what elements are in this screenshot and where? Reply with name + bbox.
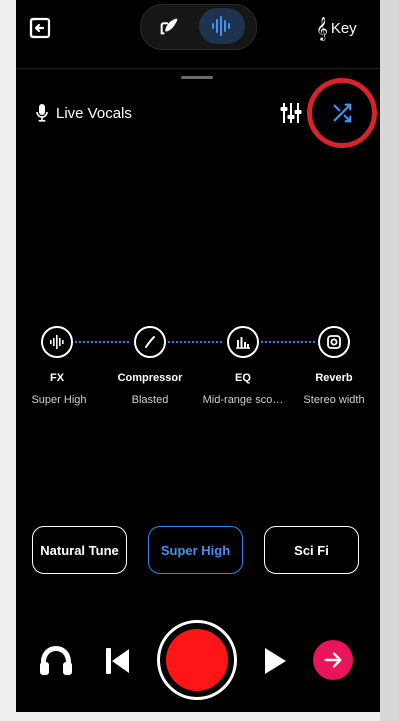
eq-value: Mid-range sco…	[202, 394, 284, 406]
play-icon[interactable]	[261, 646, 289, 676]
waveform-icon	[50, 335, 64, 349]
preset-super-high[interactable]: Super High	[148, 526, 243, 574]
key-button[interactable]: 𝄞 Key	[316, 14, 357, 42]
track-label-row: Live Vocals	[36, 100, 132, 126]
treble-clef-icon: 𝄞	[316, 16, 328, 40]
fx-name: FX	[49, 372, 65, 384]
record-button[interactable]	[157, 620, 237, 700]
headphones-icon[interactable]	[38, 642, 74, 678]
mixer-icon[interactable]	[278, 100, 304, 126]
fx-value: Super High	[31, 394, 87, 406]
arrow-right-icon	[324, 652, 342, 668]
reverb-name: Reverb	[315, 372, 353, 384]
highlight-ring	[307, 78, 377, 148]
vocal-effects-screen: 𝄞 Key Live Vocals FX Compressor EQ Rever…	[16, 0, 380, 712]
reverb-icon	[327, 335, 341, 349]
track-label: Live Vocals	[56, 104, 132, 122]
chain-connector-2	[167, 341, 223, 343]
chain-connector-3	[260, 341, 316, 343]
compressor-name: Compressor	[117, 372, 183, 384]
eq-name: EQ	[235, 372, 251, 384]
reverb-value: Stereo width	[303, 394, 365, 406]
next-button[interactable]	[313, 640, 353, 680]
preset-sci-fi[interactable]: Sci Fi	[264, 526, 359, 574]
waveform-icon[interactable]	[199, 8, 245, 44]
compressor-value: Blasted	[131, 394, 169, 406]
exit-icon[interactable]	[28, 16, 52, 40]
scrollbar-track	[380, 0, 399, 721]
record-icon	[166, 629, 228, 691]
skip-back-icon[interactable]	[104, 646, 132, 676]
drag-handle[interactable]	[181, 76, 213, 79]
edit-icon[interactable]	[152, 10, 186, 42]
slash-icon	[145, 336, 155, 348]
eq-bars-icon	[236, 337, 250, 349]
reverb-node[interactable]	[318, 326, 350, 358]
header-divider	[16, 68, 380, 69]
key-label: Key	[330, 19, 357, 37]
fx-node[interactable]	[41, 326, 73, 358]
preset-natural-tune[interactable]: Natural Tune	[32, 526, 127, 574]
eq-node[interactable]	[227, 326, 259, 358]
mic-icon	[36, 104, 48, 122]
chain-connector-1	[74, 341, 130, 343]
compressor-node[interactable]	[134, 326, 166, 358]
